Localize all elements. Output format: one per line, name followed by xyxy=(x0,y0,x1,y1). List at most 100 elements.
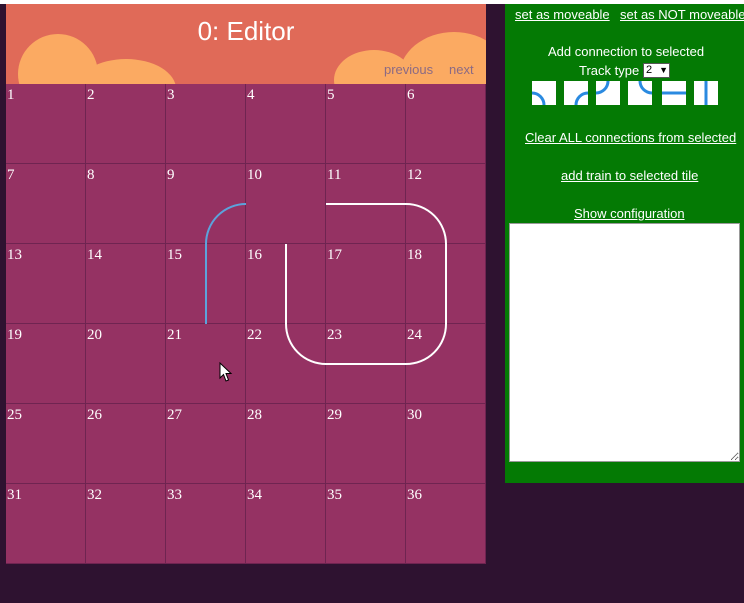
tile-number: 14 xyxy=(87,247,102,263)
track-straight-horizontal-icon xyxy=(662,91,686,95)
set-moveable-link[interactable]: set as moveable xyxy=(515,7,610,22)
track-corner-right-top-icon xyxy=(596,81,610,95)
grid-tile[interactable]: 17 xyxy=(326,244,406,324)
clear-connections-link[interactable]: Clear ALL connections from selected xyxy=(525,130,736,145)
tile-number: 11 xyxy=(327,167,342,183)
grid-tile[interactable]: 6 xyxy=(406,84,486,164)
add-connection-label: Add connection to selected xyxy=(548,44,705,59)
grid-tile[interactable]: 24 xyxy=(406,324,486,404)
grid-tile[interactable]: 8 xyxy=(86,164,166,244)
grid-tile[interactable]: 31 xyxy=(6,484,86,564)
tile-number: 15 xyxy=(167,247,182,263)
grid-tile[interactable]: 34 xyxy=(246,484,326,564)
track-corner-right-top-button[interactable] xyxy=(596,81,620,105)
track-corner-left-bottom-button[interactable] xyxy=(532,81,556,105)
tile-number: 13 xyxy=(7,247,22,263)
previous-link[interactable]: previous xyxy=(384,62,433,77)
page-title: 0: Editor xyxy=(197,16,295,46)
grid-tile[interactable]: 4 xyxy=(246,84,326,164)
tile-number: 26 xyxy=(87,407,102,423)
tile-number: 21 xyxy=(167,327,182,343)
grid-tile[interactable]: 3 xyxy=(166,84,246,164)
tile-number: 5 xyxy=(327,87,335,103)
mouse-cursor-icon xyxy=(219,362,233,382)
tile-number: 23 xyxy=(327,327,342,343)
grid-tile[interactable]: 19 xyxy=(6,324,86,404)
track-corner-left-bottom-icon xyxy=(532,91,546,105)
tile-grid: 1 2 3 4 5 6 7 8 9 10 11 12 13 14 15 16 17 18 19 20 21 22 23 24 2… xyxy=(6,84,486,564)
grid-tile[interactable]: 5 xyxy=(326,84,406,164)
next-link[interactable]: next xyxy=(449,62,474,77)
tile-number: 36 xyxy=(407,487,422,503)
show-configuration-link[interactable]: Show configuration xyxy=(574,206,685,221)
track-straight-vertical-icon xyxy=(704,81,708,105)
grid-tile[interactable]: 16 xyxy=(246,244,326,324)
track-type-value: 2 xyxy=(646,64,653,76)
grid-tile[interactable]: 20 xyxy=(86,324,166,404)
grid-tile[interactable]: 33 xyxy=(166,484,246,564)
grid-tile[interactable]: 12 xyxy=(406,164,486,244)
tile-number: 30 xyxy=(407,407,422,423)
grid-tile[interactable]: 2 xyxy=(86,84,166,164)
tile-number: 16 xyxy=(247,247,262,263)
tile-number: 29 xyxy=(327,407,342,423)
configuration-textarea[interactable] xyxy=(509,223,740,462)
chevron-down-icon: ▼ xyxy=(659,65,668,75)
tile-number: 28 xyxy=(247,407,262,423)
grid-tile[interactable]: 30 xyxy=(406,404,486,484)
grid-tile[interactable]: 36 xyxy=(406,484,486,564)
grid-tile[interactable]: 7 xyxy=(6,164,86,244)
tile-number: 19 xyxy=(7,327,22,343)
level-header: 0: Editor previous next xyxy=(6,4,486,84)
tile-number: 25 xyxy=(7,407,22,423)
tile-number: 3 xyxy=(167,87,175,103)
add-train-link[interactable]: add train to selected tile xyxy=(561,168,698,183)
track-corner-right-bottom-button[interactable] xyxy=(564,81,588,105)
tile-number: 34 xyxy=(247,487,262,503)
tile-number: 10 xyxy=(247,167,262,183)
tile-number: 33 xyxy=(167,487,182,503)
tile-number: 18 xyxy=(407,247,422,263)
grid-tile[interactable]: 26 xyxy=(86,404,166,484)
game-board: 0: Editor previous next 1 2 3 4 5 6 7 8 9 10 11 12 1… xyxy=(6,4,486,564)
track-corner-left-top-button[interactable] xyxy=(628,81,652,105)
tile-number: 4 xyxy=(247,87,255,103)
grid-tile[interactable]: 23 xyxy=(326,324,406,404)
grid-tile[interactable]: 35 xyxy=(326,484,406,564)
tile-number: 32 xyxy=(87,487,102,503)
track-straight-vertical-button[interactable] xyxy=(694,81,718,105)
grid-tile[interactable]: 32 xyxy=(86,484,166,564)
tile-number: 17 xyxy=(327,247,342,263)
tile-number: 8 xyxy=(87,167,95,183)
grid-tile[interactable]: 18 xyxy=(406,244,486,324)
grid-tile[interactable]: 14 xyxy=(86,244,166,324)
track-type-select[interactable]: 2 ▼ xyxy=(643,63,670,78)
tile-number: 12 xyxy=(407,167,422,183)
tile-number: 35 xyxy=(327,487,342,503)
grid-tile[interactable]: 27 xyxy=(166,404,246,484)
grid-tile[interactable]: 25 xyxy=(6,404,86,484)
tile-number: 7 xyxy=(7,167,15,183)
track-type-label: Track type xyxy=(579,63,640,78)
tile-number: 31 xyxy=(7,487,22,503)
grid-tile[interactable]: 11 xyxy=(326,164,406,244)
tile-number: 2 xyxy=(87,87,95,103)
grid-tile[interactable]: 28 xyxy=(246,404,326,484)
grid-tile[interactable]: 22 xyxy=(246,324,326,404)
tile-number: 22 xyxy=(247,327,262,343)
grid-tile[interactable]: 29 xyxy=(326,404,406,484)
grid-tile[interactable]: 21 xyxy=(166,324,246,404)
track-corner-left-top-icon xyxy=(638,81,652,95)
grid-tile[interactable]: 13 xyxy=(6,244,86,324)
track-corner-right-bottom-icon xyxy=(574,91,588,105)
set-not-moveable-link[interactable]: set as NOT moveable xyxy=(620,7,744,22)
grid-tile[interactable]: 9 xyxy=(166,164,246,244)
grid-tile[interactable]: 1 xyxy=(6,84,86,164)
track-straight-horizontal-button[interactable] xyxy=(662,81,686,105)
editor-panel: set as moveable set as NOT moveable Add … xyxy=(505,4,744,483)
grid-tile[interactable]: 15 xyxy=(166,244,246,324)
tile-number: 24 xyxy=(407,327,422,343)
grid-tile[interactable]: 10 xyxy=(246,164,326,244)
tile-number: 9 xyxy=(167,167,175,183)
tile-number: 1 xyxy=(7,87,15,103)
